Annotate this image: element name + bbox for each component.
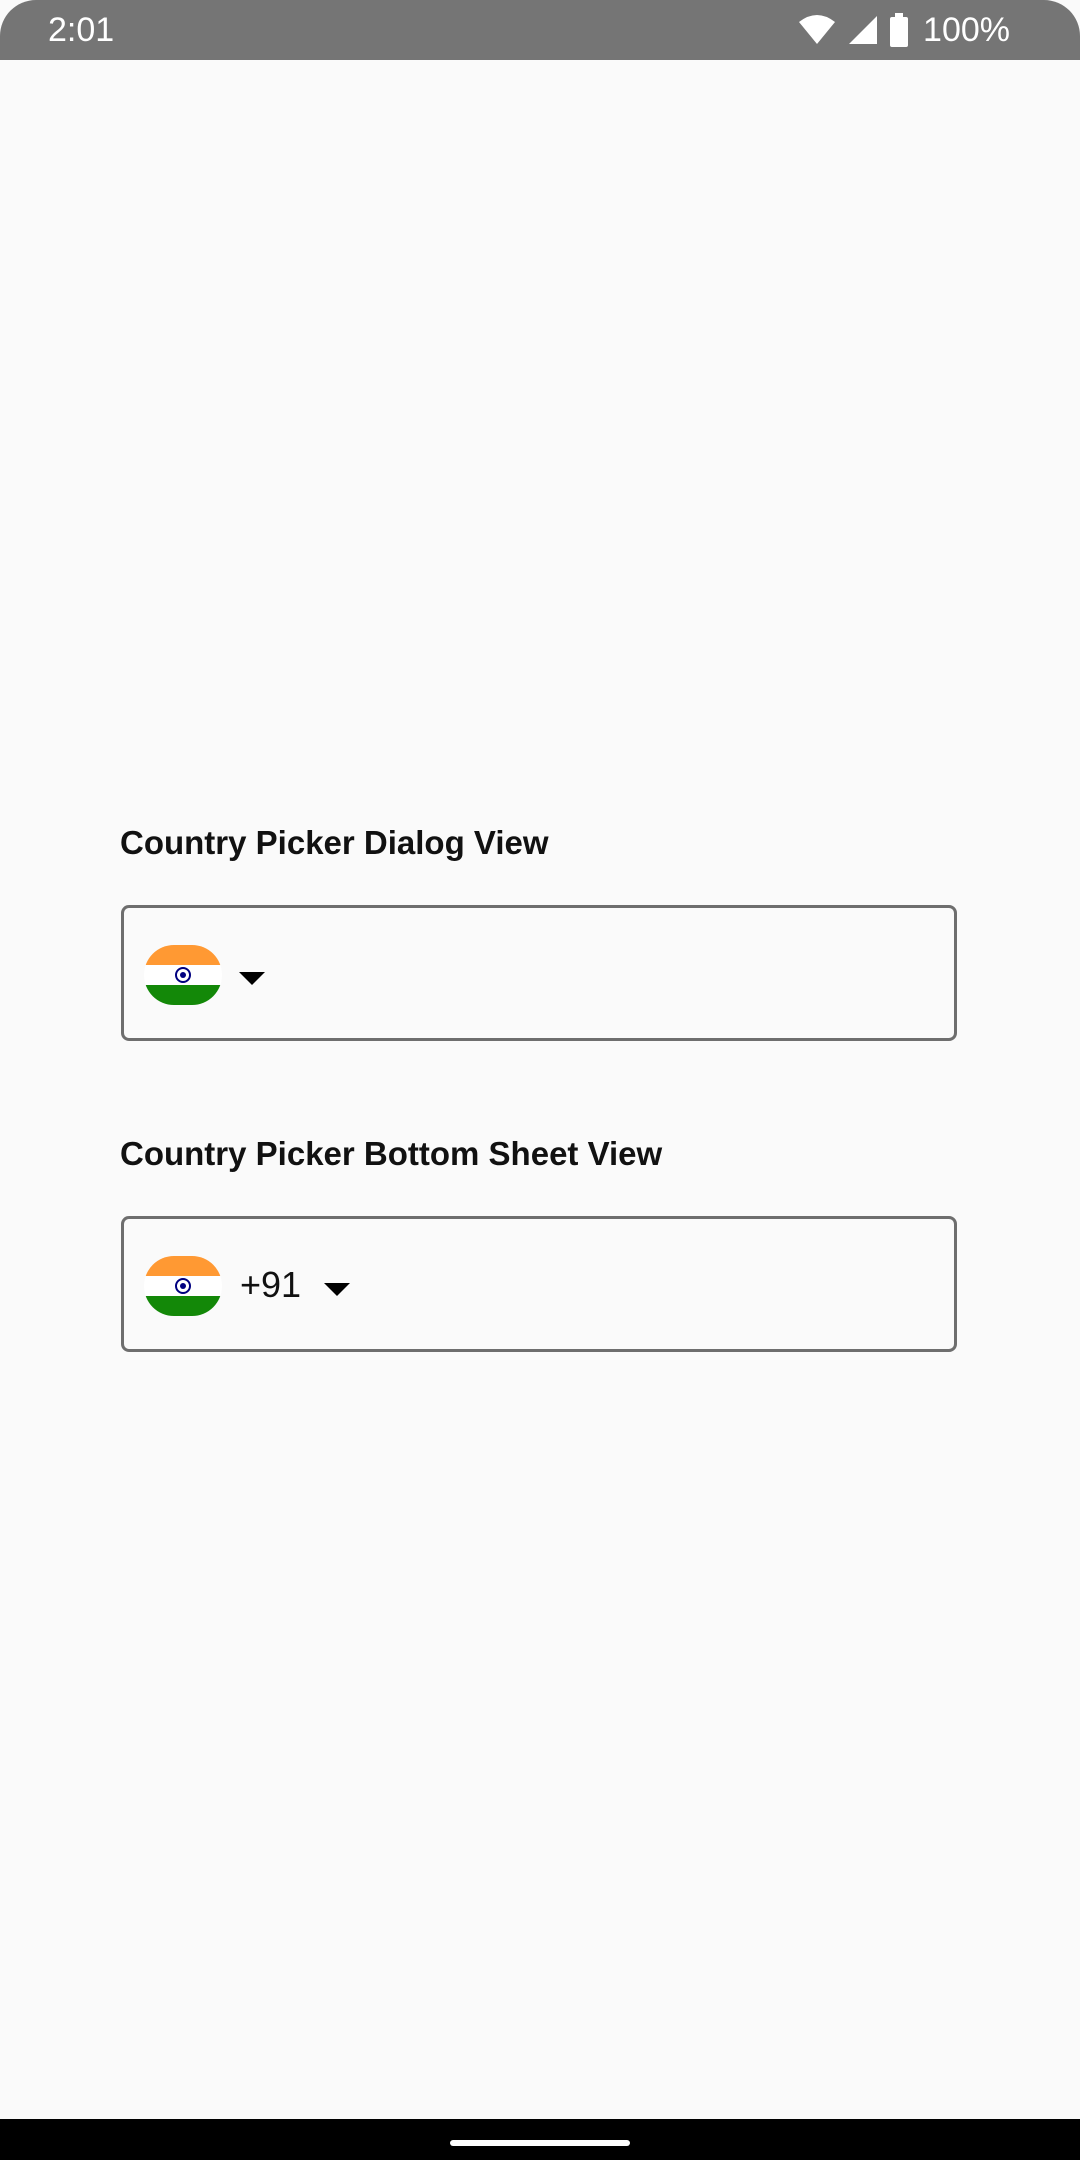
signal-icon [849, 16, 878, 44]
dropdown-arrow-icon[interactable] [324, 1283, 350, 1296]
battery-percentage: 100% [923, 11, 1010, 49]
status-bar: 2:01 100% [0, 0, 1080, 60]
india-flag-icon [144, 945, 222, 1005]
dialog-picker-title: Country Picker Dialog View [120, 824, 549, 861]
bottom-sheet-picker-title: Country Picker Bottom Sheet View [120, 1135, 663, 1172]
dialog-country-picker[interactable] [121, 905, 957, 1041]
bottom-sheet-country-picker[interactable]: +91 [121, 1216, 957, 1352]
dial-code: +91 [240, 1264, 302, 1305]
home-indicator[interactable] [450, 2140, 630, 2146]
status-time: 2:01 [48, 11, 115, 49]
dropdown-arrow-icon[interactable] [239, 972, 265, 985]
status-icons: 100% [797, 8, 1010, 52]
wifi-icon [799, 15, 836, 44]
battery-icon [890, 13, 909, 47]
india-flag-icon [144, 1256, 222, 1316]
navigation-bar [0, 2119, 1080, 2160]
